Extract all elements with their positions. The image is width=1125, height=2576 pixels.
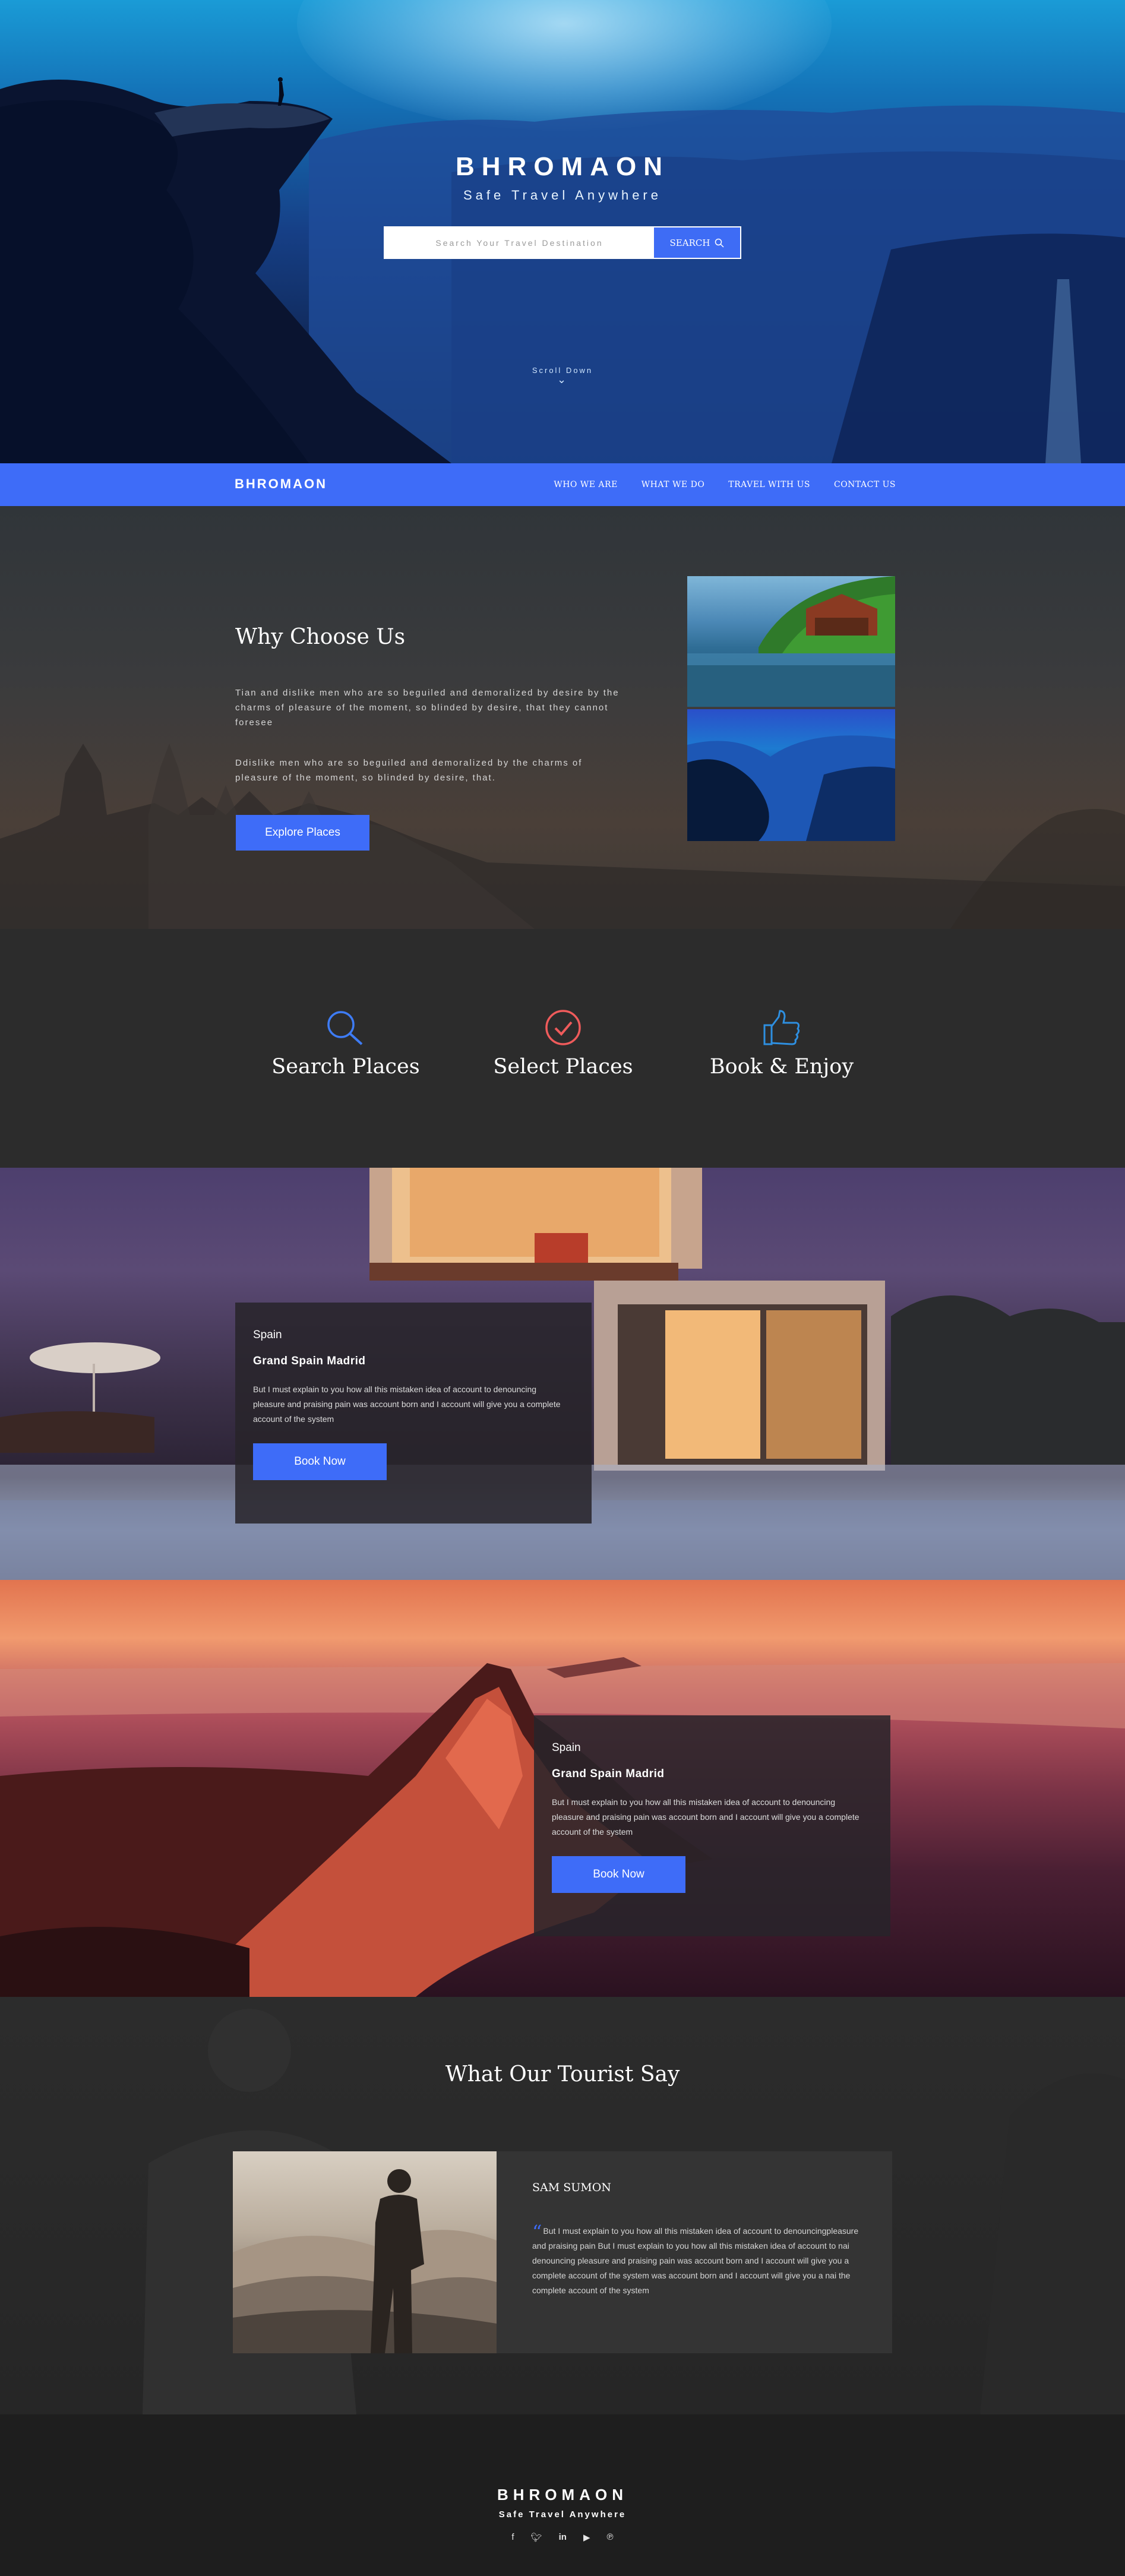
why-paragraph-1: Tian and dislike men who are so beguiled… (235, 688, 620, 728)
testimonial-quote: “But I must explain to you how all this … (532, 2221, 859, 2298)
footer: BHROMAON Safe Travel Anywhere f 🐦︎ in ▶ … (0, 2414, 1125, 2576)
testimonials-title: What Our Tourist Say (445, 2062, 680, 2087)
testimonial-text: But I must explain to you how all this m… (532, 2226, 859, 2295)
footer-brand: BHROMAON (497, 2486, 628, 2504)
promo-coast-section: Spain Grand Spain Madrid But I must expl… (0, 1580, 1125, 1997)
testimonials-section: What Our Tourist Say SAM SUMON “But I mu… (0, 1997, 1125, 2414)
promo-place: Grand Spain Madrid (552, 1768, 665, 1780)
thumbs-up-icon (763, 1010, 800, 1045)
feature-label: Select Places (493, 1055, 633, 1079)
features-section: Search Places Select Places Book & Enjoy (0, 929, 1125, 1168)
nav-item-contact-us[interactable]: CONTACT US (834, 480, 896, 489)
testimonial-card: SAM SUMON “But I must explain to you how… (233, 2151, 892, 2353)
nav-item-what-we-do[interactable]: WHAT WE DO (641, 480, 705, 489)
why-choose-us-section: Why Choose Us Tian and dislike men who a… (0, 506, 1125, 929)
main-navbar: BHROMAON WHO WE ARE WHAT WE DO TRAVEL WI… (0, 463, 1125, 506)
social-links: f 🐦︎ in ▶ ℗ (0, 2532, 1125, 2543)
nav-item-travel-with-us[interactable]: TRAVEL WITH US (728, 480, 810, 489)
search-bar: SEARCH (384, 226, 741, 259)
promo-country: Spain (552, 1741, 581, 1754)
twitter-icon[interactable]: 🐦︎ (531, 2532, 542, 2543)
lake-boathouse-image (687, 576, 895, 707)
check-circle-icon (545, 1010, 581, 1045)
search-icon (715, 238, 724, 248)
book-now-button[interactable]: Book Now (253, 1443, 387, 1480)
tourist-photo (233, 2151, 497, 2353)
promo-description: But I must explain to you how all this m… (253, 1385, 561, 1424)
feature-book-enjoy: Book & Enjoy (693, 1006, 871, 1079)
promo-villa-section: Spain Grand Spain Madrid But I must expl… (0, 1168, 1125, 1580)
scroll-down[interactable]: Scroll Down ⌄ (0, 366, 1125, 386)
hero-tagline: Safe Travel Anywhere (463, 188, 662, 203)
nav-links: WHO WE ARE WHAT WE DO TRAVEL WITH US CON… (554, 463, 896, 506)
tourist-name: SAM SUMON (532, 2181, 611, 2194)
why-paragraph-2: Ddislike men who are so beguiled and dem… (235, 758, 583, 783)
quote-icon: “ (532, 2221, 542, 2243)
feature-select-places: Select Places (474, 1006, 652, 1079)
hero-brand: BHROMAON (456, 152, 669, 181)
feature-label: Search Places (271, 1055, 420, 1079)
feature-search-places: Search Places (257, 1006, 435, 1079)
nav-logo[interactable]: BHROMAON (235, 476, 327, 492)
chevron-down-icon: ⌄ (557, 374, 568, 385)
why-title: Why Choose Us (235, 625, 406, 649)
youtube-icon[interactable]: ▶ (583, 2532, 590, 2543)
linkedin-icon[interactable]: in (559, 2532, 567, 2543)
search-input[interactable] (385, 227, 654, 258)
promo-card-2: Spain Grand Spain Madrid But I must expl… (534, 1715, 890, 1936)
facebook-icon[interactable]: f (511, 2532, 514, 2543)
book-now-button[interactable]: Book Now (552, 1856, 685, 1893)
search-button-label: SEARCH (669, 237, 710, 248)
explore-places-button[interactable]: Explore Places (236, 815, 369, 851)
hero-section: BHROMAON Safe Travel Anywhere SEARCH Scr… (0, 0, 1125, 463)
search-icon (327, 1011, 363, 1045)
promo-card-1: Spain Grand Spain Madrid But I must expl… (235, 1303, 592, 1524)
pinterest-icon[interactable]: ℗ (607, 2532, 614, 2543)
footer-tagline: Safe Travel Anywhere (498, 2509, 627, 2520)
promo-place: Grand Spain Madrid (253, 1355, 366, 1367)
search-button[interactable]: SEARCH (654, 227, 740, 258)
valley-mountain-image (687, 709, 895, 841)
feature-label: Book & Enjoy (709, 1055, 854, 1079)
promo-description: But I must explain to you how all this m… (552, 1797, 859, 1837)
promo-country: Spain (253, 1329, 282, 1341)
nav-item-who-we-are[interactable]: WHO WE ARE (554, 480, 617, 489)
